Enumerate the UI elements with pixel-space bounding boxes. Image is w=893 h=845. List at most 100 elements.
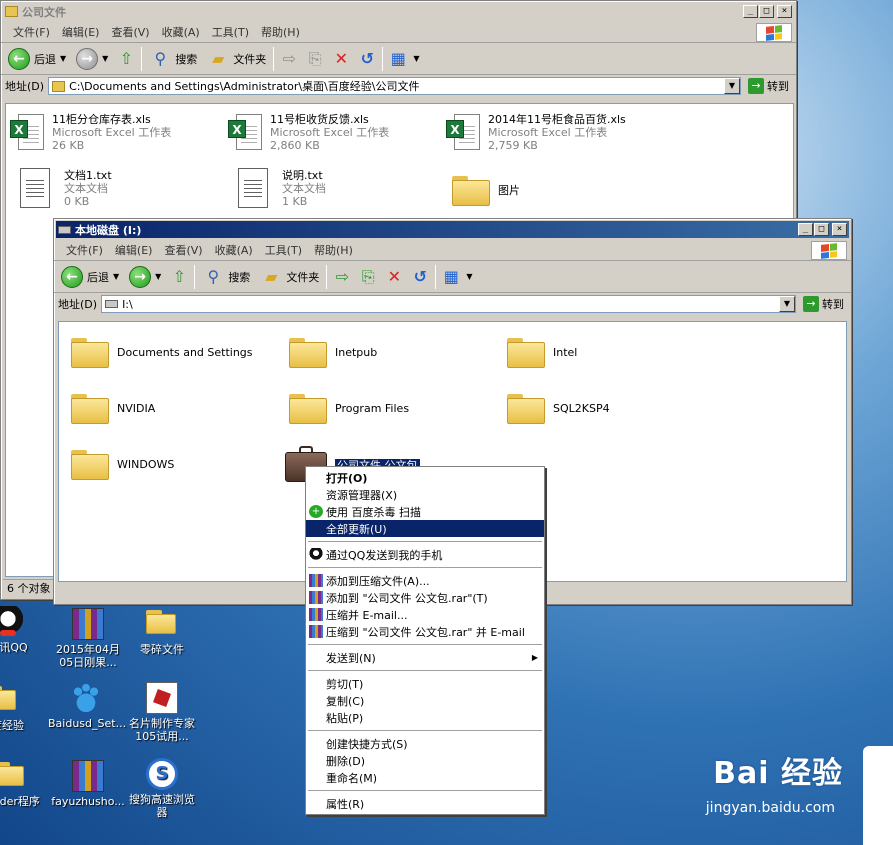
menu-file[interactable]: 文件(F) [60, 242, 109, 258]
forward-button[interactable]: → ▼ [126, 264, 164, 290]
delete-icon[interactable]: ✕ [330, 48, 352, 70]
chevron-down-icon[interactable]: ▼ [102, 54, 108, 63]
chevron-down-icon[interactable]: ▼ [113, 272, 119, 281]
chevron-down-icon[interactable]: ▼ [724, 78, 740, 94]
desktop-icon-fayuzhusho[interactable]: fayuzhusho... [50, 760, 126, 808]
desktop-icon-qq[interactable]: 腾讯QQ [0, 606, 46, 654]
folders-button[interactable]: ▰ 文件夹 [257, 264, 322, 290]
desktop-icon-baidusd[interactable]: Baidusd_Set... [48, 682, 126, 730]
desktop-icon-leader[interactable]: Leader程序 [0, 760, 48, 808]
ctx-cut[interactable]: 剪切(T) [306, 675, 544, 692]
address-input[interactable]: I:\ ▼ [101, 295, 796, 313]
menu-help[interactable]: 帮助(H) [308, 242, 359, 258]
search-label: 搜索 [175, 52, 198, 66]
close-button[interactable]: × [832, 223, 847, 236]
ctx-send-qq[interactable]: 通过QQ发送到我的手机 [306, 546, 544, 563]
desktop-icon-folder-shortcut[interactable]: 零碎文件 [124, 608, 200, 656]
menu-edit[interactable]: 编辑(E) [56, 24, 106, 40]
archive-icon [72, 608, 104, 640]
desktop-icon-archive[interactable]: 2015年04月05日刚果... [50, 608, 126, 669]
menu-edit[interactable]: 编辑(E) [109, 242, 159, 258]
copy-to-icon[interactable]: ⎘ [357, 266, 379, 288]
up-folder-icon[interactable]: ⇧ [115, 48, 137, 70]
maximize-button[interactable]: □ [814, 223, 829, 236]
copy-to-icon[interactable]: ⎘ [304, 48, 326, 70]
ctx-delete[interactable]: 删除(D) [306, 752, 544, 769]
chevron-down-icon[interactable]: ▼ [466, 272, 472, 281]
file-item[interactable]: 文档1.txt 文本文档 0 KB [20, 168, 112, 208]
forward-button[interactable]: → ▼ [73, 46, 111, 72]
go-button[interactable]: → 转到 [745, 77, 792, 95]
move-to-icon[interactable]: ⇨ [331, 266, 353, 288]
ctx-open[interactable]: 打开(O) [306, 469, 544, 486]
chevron-down-icon[interactable]: ▼ [779, 296, 795, 312]
menu-tools[interactable]: 工具(T) [206, 24, 255, 40]
chevron-down-icon[interactable]: ▼ [155, 272, 161, 281]
folder-item[interactable]: Program Files [289, 392, 409, 424]
address-input[interactable]: C:\Documents and Settings\Administrator\… [48, 77, 741, 95]
up-folder-icon[interactable]: ⇧ [168, 266, 190, 288]
excel-icon: X [10, 112, 44, 152]
back-button[interactable]: ← 后退 ▼ [5, 46, 69, 72]
ctx-compress-email[interactable]: 压缩并 E-mail... [306, 606, 544, 623]
file-item[interactable]: X 11柜分仓库存表.xls Microsoft Excel 工作表 26 KB [10, 112, 171, 152]
menu-tools[interactable]: 工具(T) [259, 242, 308, 258]
ctx-explorer[interactable]: 资源管理器(X) [306, 486, 544, 503]
ctx-rename[interactable]: 重命名(M) [306, 769, 544, 786]
ctx-baidu-scan[interactable]: + 使用 百度杀毒 扫描 [306, 503, 544, 520]
menu-view[interactable]: 查看(V) [105, 24, 155, 40]
minimize-button[interactable]: _ [798, 223, 813, 236]
ctx-create-shortcut[interactable]: 创建快捷方式(S) [306, 735, 544, 752]
search-button[interactable]: ⚲ 搜索 [199, 264, 253, 290]
file-item[interactable]: 说明.txt 文本文档 1 KB [238, 168, 326, 208]
ctx-add-archive[interactable]: 添加到压缩文件(A)... [306, 572, 544, 589]
menu-view[interactable]: 查看(V) [158, 242, 208, 258]
chevron-down-icon[interactable]: ▼ [60, 54, 66, 63]
folder-item[interactable]: WINDOWS [71, 448, 174, 480]
move-to-icon[interactable]: ⇨ [278, 48, 300, 70]
folders-button[interactable]: ▰ 文件夹 [204, 46, 269, 72]
folder-icon [71, 392, 109, 424]
ctx-add-rar[interactable]: 添加到 "公司文件 公文包.rar"(T) [306, 589, 544, 606]
ctx-label: 通过QQ发送到我的手机 [326, 548, 443, 562]
minimize-button[interactable]: _ [743, 5, 758, 18]
menu-favorites[interactable]: 收藏(A) [156, 24, 206, 40]
delete-icon[interactable]: ✕ [383, 266, 405, 288]
views-icon[interactable]: ▦ [387, 48, 409, 70]
close-button[interactable]: × [777, 5, 792, 18]
maximize-button[interactable]: □ [759, 5, 774, 18]
file-item[interactable]: X 2014年11号柜食品百货.xls Microsoft Excel 工作表 2,… [446, 112, 626, 152]
file-size: 1 KB [282, 194, 308, 208]
desktop-icon-card-maker[interactable]: 名片制作专家105试用... [124, 682, 200, 743]
menu-favorites[interactable]: 收藏(A) [209, 242, 259, 258]
file-item[interactable]: X 11号柜收货反馈.xls Microsoft Excel 工作表 2,860 K… [228, 112, 389, 152]
folder-item[interactable]: SQL2KSP4 [507, 392, 610, 424]
folder-item[interactable]: 图片 [452, 174, 520, 206]
back-window-title: 公司文件 [22, 5, 66, 19]
menu-help[interactable]: 帮助(H) [255, 24, 306, 40]
folder-item[interactable]: NVIDIA [71, 392, 155, 424]
undo-icon[interactable]: ↺ [409, 266, 431, 288]
back-address-bar: 地址(D) C:\Documents and Settings\Administ… [1, 75, 796, 97]
folder-item[interactable]: Documents and Settings [71, 336, 253, 368]
folder-item[interactable]: Inetpub [289, 336, 377, 368]
back-button[interactable]: ← 后退 ▼ [58, 264, 122, 290]
back-window-titlebar[interactable]: 公司文件 _ □ × [3, 3, 794, 20]
front-window-titlebar[interactable]: 本地磁盘 (I:) _ □ × [56, 221, 849, 238]
desktop-icon-baidu-folder[interactable]: 百度经验 [0, 684, 40, 732]
chevron-down-icon[interactable]: ▼ [413, 54, 419, 63]
ctx-send-to[interactable]: 发送到(N) ▶ [306, 649, 544, 666]
undo-icon[interactable]: ↺ [356, 48, 378, 70]
menu-file[interactable]: 文件(F) [7, 24, 56, 40]
ctx-properties[interactable]: 属性(R) [306, 795, 544, 812]
go-button[interactable]: → 转到 [800, 295, 847, 313]
ctx-compress-rar-email[interactable]: 压缩到 "公司文件 公文包.rar" 并 E-mail [306, 623, 544, 640]
ctx-copy[interactable]: 复制(C) [306, 692, 544, 709]
ctx-paste[interactable]: 粘贴(P) [306, 709, 544, 726]
desktop-icon-sogou[interactable]: S 搜狗高速浏览器 [124, 758, 200, 819]
folder-item[interactable]: Intel [507, 336, 577, 368]
windows-logo-icon [756, 23, 792, 42]
search-button[interactable]: ⚲ 搜索 [146, 46, 200, 72]
views-icon[interactable]: ▦ [440, 266, 462, 288]
ctx-update-all[interactable]: 全部更新(U) [306, 520, 544, 537]
